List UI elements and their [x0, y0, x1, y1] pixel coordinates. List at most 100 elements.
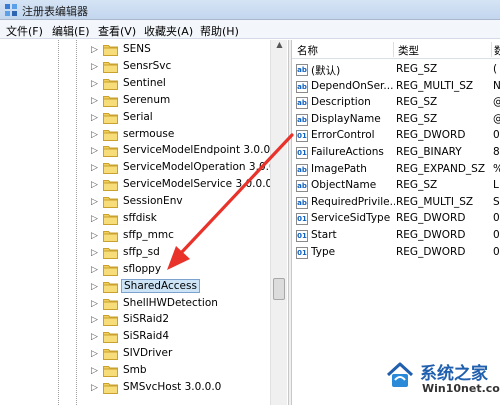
- tree-item[interactable]: ▷ SENS: [0, 42, 270, 59]
- folder-icon: [103, 180, 118, 192]
- value-type: REG_BINARY: [396, 146, 462, 158]
- tree-item-label: SIVDriver: [123, 347, 173, 360]
- tree-item-label: Serial: [123, 110, 153, 123]
- expand-arrow-icon[interactable]: ▷: [91, 163, 98, 173]
- menu-favorites[interactable]: 收藏夹(A): [144, 23, 193, 39]
- binary-value-icon: 01: [296, 213, 308, 226]
- value-name: DisplayName: [311, 112, 381, 125]
- tree-item-label: Sentinel: [123, 76, 166, 89]
- value-row[interactable]: abDescription REG_SZ @: [292, 95, 500, 112]
- expand-arrow-icon[interactable]: ▷: [91, 180, 98, 190]
- tree-item[interactable]: ▷ ShellHWDetection: [0, 296, 270, 313]
- menu-edit[interactable]: 编辑(E): [52, 23, 90, 39]
- tree-item[interactable]: ▷ sffp_sd: [0, 245, 270, 262]
- menu-file[interactable]: 文件(F): [6, 23, 43, 39]
- folder-icon: [103, 112, 118, 124]
- expand-arrow-icon[interactable]: ▷: [91, 96, 98, 106]
- tree-item[interactable]: ▷ sffdisk: [0, 211, 270, 228]
- value-type: REG_DWORD: [396, 245, 466, 258]
- expand-arrow-icon[interactable]: ▷: [91, 265, 98, 275]
- expand-arrow-icon[interactable]: ▷: [91, 332, 98, 342]
- tree-item[interactable]: ▷ SiSRaid2: [0, 312, 270, 329]
- tree-item[interactable]: ▷ SharedAccess: [0, 278, 270, 296]
- value-row[interactable]: 01 Type REG_DWORD 0: [292, 245, 500, 262]
- menu-view[interactable]: 查看(V): [98, 23, 136, 39]
- value-name: FailureActions: [311, 146, 384, 158]
- tree-item[interactable]: ▷ Serenum: [0, 93, 270, 110]
- tree-item[interactable]: ▷ SMSvcHost 3.0.0.0: [0, 380, 270, 397]
- tree-item[interactable]: ▷ sffp_mmc: [0, 228, 270, 245]
- tree-item[interactable]: ▷ SensrSvc: [0, 59, 270, 76]
- value-row[interactable]: ab RequiredPrivile... REG_MULTI_SZ S: [292, 195, 500, 212]
- folder-icon: [103, 163, 118, 175]
- column-header-data[interactable]: 数: [494, 43, 500, 58]
- value-row[interactable]: 01 ErrorControl REG_DWORD 0: [292, 128, 500, 145]
- tree-item[interactable]: ▷ SessionEnv: [0, 194, 270, 211]
- value-row[interactable]: 01 FailureActions REG_BINARY 8: [292, 145, 500, 162]
- expand-arrow-icon[interactable]: ▷: [91, 315, 98, 325]
- expand-arrow-icon[interactable]: ▷: [91, 248, 98, 258]
- tree-item[interactable]: ▷ sermouse: [0, 127, 270, 144]
- value-type: REG_DWORD: [396, 229, 466, 241]
- expand-arrow-icon[interactable]: ▷: [91, 299, 98, 309]
- folder-icon: [103, 78, 118, 90]
- value-row[interactable]: ab (默认) REG_SZ (: [292, 62, 500, 79]
- value-row[interactable]: ab ObjectName REG_SZ L: [292, 178, 500, 195]
- value-list[interactable]: 名称 类型 数 ab (默认) REG_SZ(ab DependOnSer... REG…: [292, 40, 500, 405]
- column-divider[interactable]: [491, 42, 492, 57]
- tree-item[interactable]: ▷ Serial: [0, 110, 270, 127]
- expand-arrow-icon[interactable]: ▷: [91, 231, 98, 241]
- menu-help[interactable]: 帮助(H): [200, 23, 239, 39]
- expand-arrow-icon[interactable]: ▷: [91, 197, 98, 207]
- value-type: REG_SZ: [396, 96, 438, 109]
- tree-item[interactable]: ▷ sfloppy: [0, 262, 270, 279]
- tree-item-label: ServiceModelOperation 3.0.0.0: [123, 161, 286, 174]
- expand-arrow-icon[interactable]: ▷: [91, 62, 98, 72]
- value-row[interactable]: ab DependOnSer... REG_MULTI_SZ N: [292, 79, 500, 96]
- value-name: Description: [311, 96, 371, 109]
- expand-arrow-icon[interactable]: ▷: [91, 383, 98, 393]
- expand-arrow-icon[interactable]: ▷: [91, 349, 98, 359]
- value-data: L: [493, 179, 499, 192]
- expand-arrow-icon[interactable]: ▷: [91, 45, 98, 55]
- expand-arrow-icon[interactable]: ▷: [91, 113, 98, 123]
- value-row[interactable]: abDisplayName REG_SZ @: [292, 112, 500, 129]
- tree-scrollbar[interactable]: ▲: [270, 40, 287, 405]
- folder-icon: [103, 383, 118, 394]
- value-type: REG_SZ: [396, 179, 438, 192]
- tree-item-label: SensrSvc: [123, 59, 172, 72]
- folder-icon: [103, 61, 118, 73]
- tree-item-label: ShellHWDetection: [123, 296, 218, 309]
- value-name: ServiceSidType: [311, 212, 391, 225]
- tree-item[interactable]: ▷ ServiceModelService 3.0.0.0: [0, 177, 272, 194]
- expand-arrow-icon[interactable]: ▷: [91, 366, 98, 376]
- value-data: 0: [493, 129, 500, 142]
- value-name: RequiredPrivile...: [311, 195, 395, 208]
- expand-arrow-icon[interactable]: ▷: [91, 79, 98, 89]
- expand-arrow-icon[interactable]: ▷: [91, 214, 98, 224]
- tree-item-label: ServiceModelService 3.0.0.0: [123, 178, 273, 191]
- value-row[interactable]: 01 ServiceSidType REG_DWORD 0: [292, 211, 500, 228]
- column-header-type[interactable]: 类型: [398, 43, 419, 58]
- tree-item[interactable]: ▷ ServiceModelEndpoint 3.0.0.0: [0, 143, 280, 160]
- expand-arrow-icon[interactable]: ▷: [91, 130, 98, 140]
- value-row[interactable]: 01 Start REG_DWORD 0: [292, 228, 500, 245]
- value-data: 0: [493, 212, 500, 225]
- tree-item-label: SMSvcHost 3.0.0.0: [123, 381, 222, 393]
- tree-item-label: SENS: [123, 43, 151, 55]
- key-tree[interactable]: ▷ SENS ▷ SensrSvc ▷ Sentinel ▷ Serenum ▷ Serial ▷ s…: [0, 40, 288, 405]
- tree-item[interactable]: ▷ Smb: [0, 363, 270, 380]
- watermark: 系统之家 Win10net.com: [382, 355, 500, 405]
- column-divider[interactable]: [393, 42, 394, 57]
- scroll-thumb[interactable]: [273, 278, 285, 300]
- column-header-name[interactable]: 名称: [297, 43, 318, 58]
- tree-item[interactable]: ▷ SiSRaid4: [0, 329, 270, 346]
- expand-arrow-icon[interactable]: ▷: [91, 282, 98, 292]
- expand-arrow-icon[interactable]: ▷: [91, 146, 98, 156]
- scroll-up-arrow-icon[interactable]: ▲: [271, 40, 288, 54]
- tree-item[interactable]: ▷ SIVDriver: [0, 346, 270, 363]
- tree-item[interactable]: ▷ Sentinel: [0, 76, 270, 93]
- value-name: Start: [311, 229, 337, 241]
- tree-item[interactable]: ▷ ServiceModelOperation 3.0.0.0: [0, 160, 286, 177]
- value-row[interactable]: abImagePath REG_EXPAND_SZ%: [292, 162, 500, 179]
